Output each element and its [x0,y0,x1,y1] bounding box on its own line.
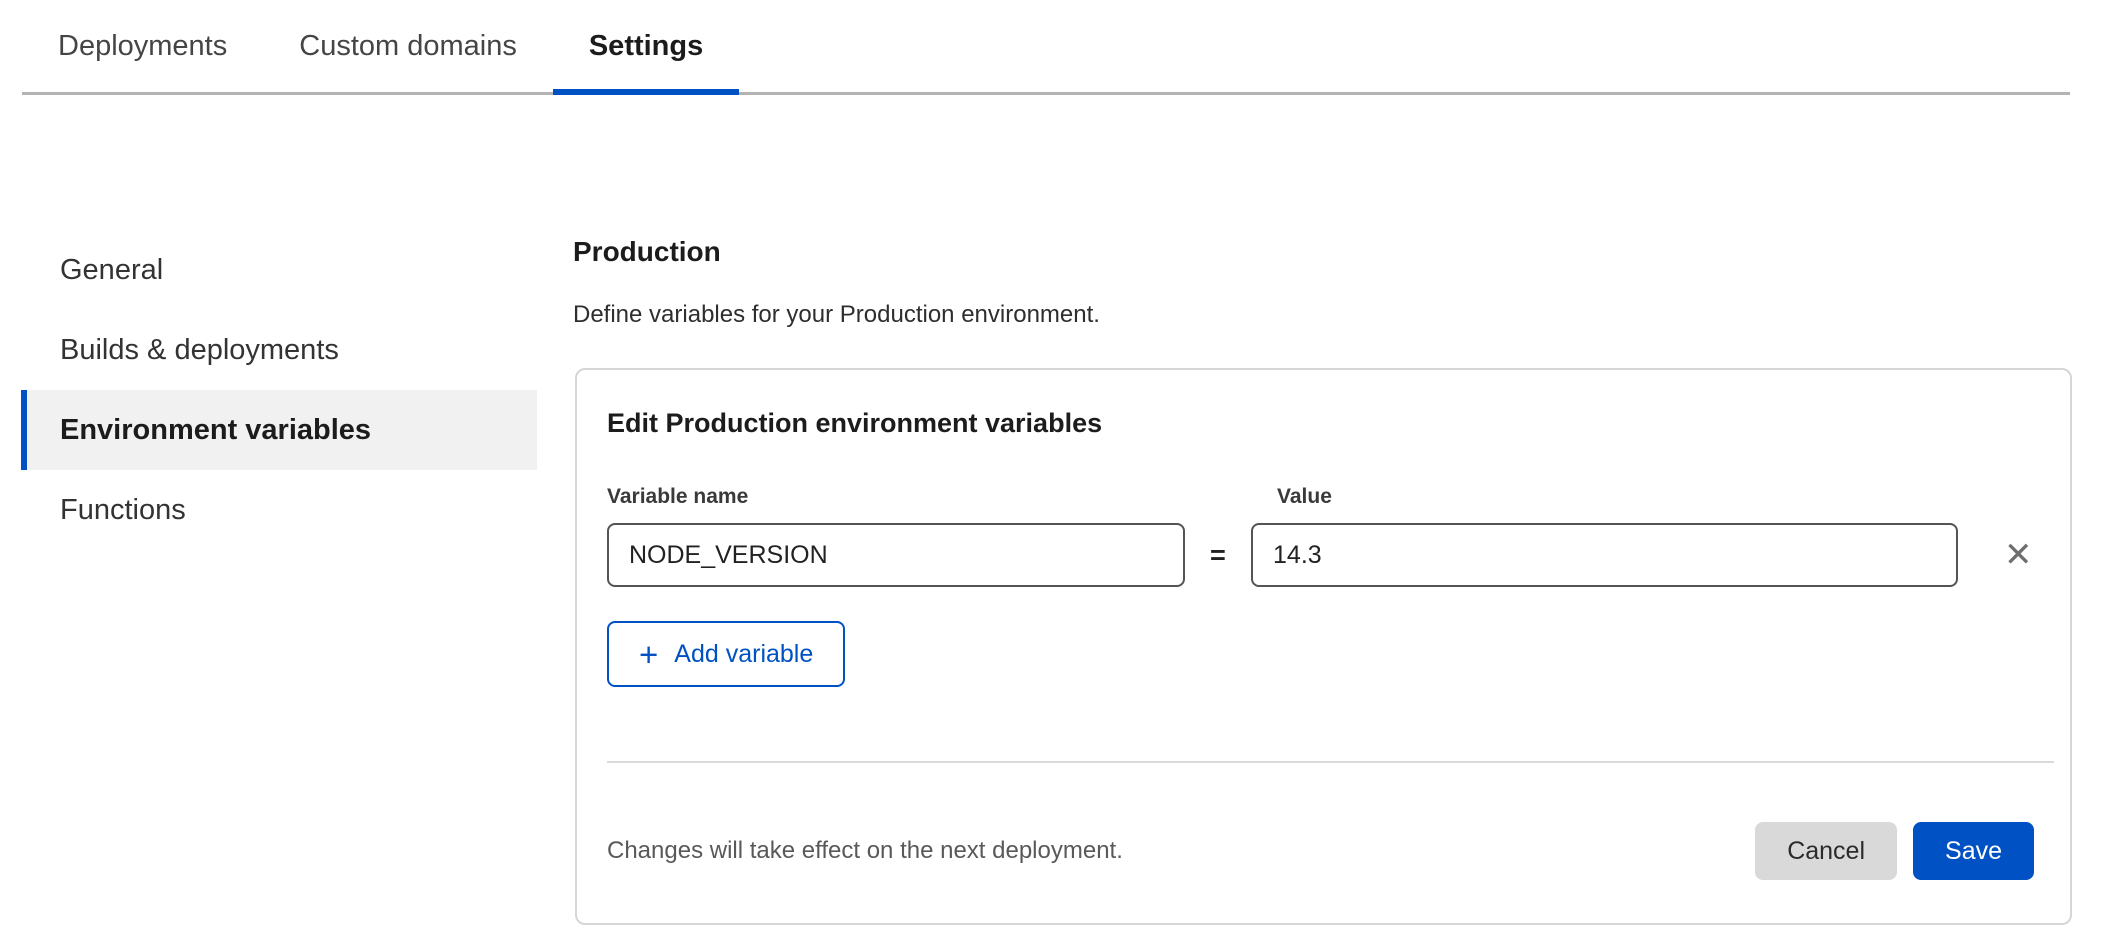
tab-deployments[interactable]: Deployments [22,0,263,92]
sidebar-item-builds-deployments[interactable]: Builds & deployments [21,310,537,390]
card-footer: Changes will take effect on the next dep… [577,821,2070,881]
footer-actions: Cancel Save [1755,822,2034,880]
sidebar-item-general[interactable]: General [21,230,537,310]
settings-sidebar: General Builds & deployments Environment… [21,230,537,550]
variable-name-label: Variable name [607,485,1277,509]
field-labels-row: Variable name Value [577,485,2070,509]
tab-bar: Deployments Custom domains Settings [22,0,2070,95]
card-divider [607,761,2054,763]
add-variable-button[interactable]: + Add variable [607,621,845,687]
equals-sign: = [1185,540,1251,571]
footer-note: Changes will take effect on the next dep… [607,837,1123,865]
plus-icon: + [639,638,658,671]
variable-name-input[interactable] [607,523,1185,587]
page-description: Define variables for your Production env… [573,301,1100,329]
environment-variables-card: Edit Production environment variables Va… [575,368,2072,925]
tab-settings[interactable]: Settings [553,0,739,92]
page-title: Production [573,236,721,268]
cancel-button[interactable]: Cancel [1755,822,1897,880]
add-variable-label: Add variable [674,640,813,669]
tab-custom-domains[interactable]: Custom domains [263,0,553,92]
sidebar-item-functions[interactable]: Functions [21,470,537,550]
card-title: Edit Production environment variables [607,408,2040,439]
variable-row: = ✕ [577,523,2070,587]
variable-value-input[interactable] [1251,523,1958,587]
value-label: Value [1277,485,1332,509]
save-button[interactable]: Save [1913,822,2034,880]
sidebar-item-environment-variables[interactable]: Environment variables [21,390,537,470]
remove-variable-icon[interactable]: ✕ [1996,533,2040,577]
